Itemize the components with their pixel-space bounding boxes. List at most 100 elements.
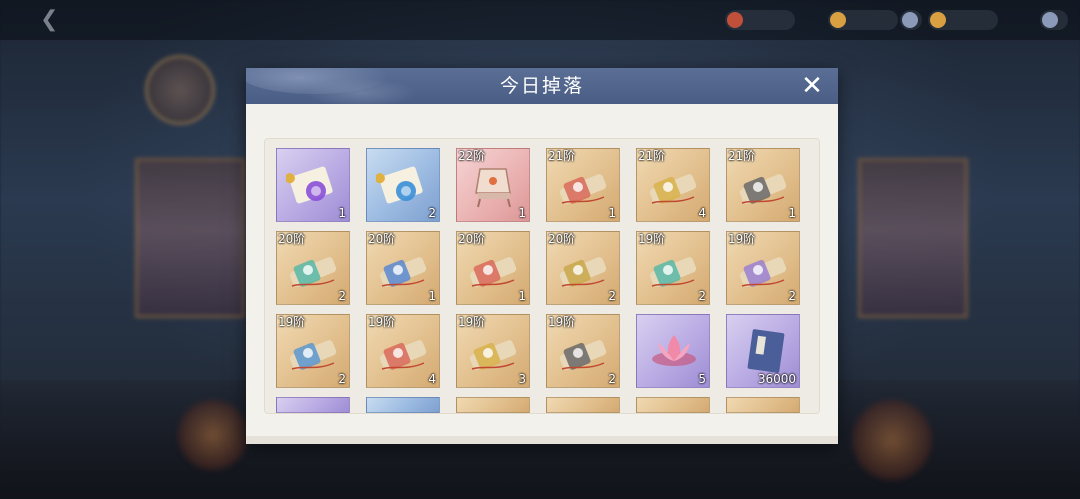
item-tier: 20阶 xyxy=(458,232,486,246)
book-icon xyxy=(736,329,792,375)
item-tier: 20阶 xyxy=(548,232,576,246)
item-tier: 21阶 xyxy=(638,149,666,163)
bundle-icon xyxy=(556,329,612,375)
character-portrait xyxy=(858,158,968,318)
resource-counter xyxy=(725,10,795,30)
item-quantity: 1 xyxy=(788,206,796,220)
item-quantity: 2 xyxy=(608,289,616,303)
item-slot[interactable]: 36000 xyxy=(726,314,800,388)
dialog-footer xyxy=(246,436,838,444)
item-slot[interactable] xyxy=(366,397,440,413)
resource-counter xyxy=(1040,10,1068,30)
item-quantity: 2 xyxy=(338,289,346,303)
scroll-icon xyxy=(286,412,342,413)
dialog-title: 今日掉落 xyxy=(499,75,584,97)
item-slot[interactable]: 19阶 2 xyxy=(276,314,350,388)
purple-scroll-icon xyxy=(284,163,342,209)
item-slot[interactable]: 22阶 1 xyxy=(456,148,530,222)
screen-title xyxy=(80,9,170,29)
item-quantity: 5 xyxy=(698,372,706,386)
coin-icon xyxy=(830,12,846,28)
bundle-icon xyxy=(736,412,792,413)
item-tier: 21阶 xyxy=(548,149,576,163)
bundle-icon xyxy=(466,329,522,375)
item-quantity: 1 xyxy=(608,206,616,220)
lotus-icon xyxy=(646,329,702,375)
top-bar: ❮ xyxy=(0,0,1080,40)
item-slot[interactable]: 20阶 2 xyxy=(546,231,620,305)
bundle-icon xyxy=(646,246,702,292)
item-tier: 19阶 xyxy=(728,232,756,246)
item-tier: 19阶 xyxy=(458,315,486,329)
character-portrait xyxy=(135,158,245,318)
item-tier: 19阶 xyxy=(368,315,396,329)
item-tier: 19阶 xyxy=(548,315,576,329)
item-quantity: 36000 xyxy=(757,372,796,386)
heart-icon xyxy=(727,12,743,28)
item-slot[interactable]: 19阶 3 xyxy=(456,314,530,388)
item-slot[interactable]: 2 xyxy=(366,148,440,222)
resource-counter xyxy=(900,10,922,30)
item-slot[interactable]: 19阶 4 xyxy=(366,314,440,388)
bundle-icon xyxy=(286,246,342,292)
resource-counter xyxy=(928,10,998,30)
item-slot[interactable]: 19阶 2 xyxy=(636,231,710,305)
item-quantity: 1 xyxy=(518,206,526,220)
item-slot[interactable] xyxy=(546,397,620,413)
item-slot[interactable]: 21阶 1 xyxy=(546,148,620,222)
item-quantity: 1 xyxy=(518,289,526,303)
item-quantity: 2 xyxy=(338,372,346,386)
bundle-icon xyxy=(736,163,792,209)
item-quantity: 2 xyxy=(428,206,436,220)
item-slot[interactable]: 5 xyxy=(636,314,710,388)
close-button[interactable]: ✕ xyxy=(798,72,826,100)
bundle-icon xyxy=(376,246,432,292)
item-quantity: 3 xyxy=(518,372,526,386)
item-slot[interactable]: 19阶 2 xyxy=(546,314,620,388)
bundle-icon xyxy=(286,329,342,375)
bundle-icon xyxy=(556,163,612,209)
gem-icon xyxy=(902,12,918,28)
bundle-icon xyxy=(736,246,792,292)
emblem-icon xyxy=(178,400,248,470)
bundle-icon xyxy=(646,412,702,413)
item-slot[interactable] xyxy=(276,397,350,413)
chair-icon xyxy=(466,163,522,209)
item-tier: 20阶 xyxy=(278,232,306,246)
back-arrow-icon[interactable]: ❮ xyxy=(40,8,64,32)
item-slot[interactable]: 1 xyxy=(276,148,350,222)
item-quantity: 1 xyxy=(428,289,436,303)
item-quantity: 2 xyxy=(788,289,796,303)
item-slot[interactable] xyxy=(636,397,710,413)
item-slot[interactable]: 20阶 2 xyxy=(276,231,350,305)
item-quantity: 4 xyxy=(428,372,436,386)
item-slot[interactable] xyxy=(456,397,530,413)
resource-counter xyxy=(828,10,898,30)
item-tier: 19阶 xyxy=(638,232,666,246)
avatar xyxy=(145,55,215,125)
item-slot[interactable]: 21阶 1 xyxy=(726,148,800,222)
dialog-header: 今日掉落 ✕ xyxy=(246,68,838,104)
items-grid: 1 2 22阶 1 21阶 1 21阶 4 21阶 1 20阶 2 20阶 1 xyxy=(276,148,800,414)
item-slot[interactable]: 20阶 1 xyxy=(456,231,530,305)
item-slot[interactable] xyxy=(726,397,800,413)
coin-icon xyxy=(930,12,946,28)
item-tier: 19阶 xyxy=(278,315,306,329)
item-slot[interactable]: 20阶 1 xyxy=(366,231,440,305)
item-tier: 21阶 xyxy=(728,149,756,163)
bundle-icon xyxy=(646,163,702,209)
emblem-icon xyxy=(852,400,932,480)
item-tier: 20阶 xyxy=(368,232,396,246)
bundle-icon xyxy=(466,412,522,413)
bundle-icon xyxy=(556,412,612,413)
bundle-icon xyxy=(556,246,612,292)
items-scroll-area[interactable]: 1 2 22阶 1 21阶 1 21阶 4 21阶 1 20阶 2 20阶 1 xyxy=(264,138,820,414)
blue-scroll-icon xyxy=(374,163,432,209)
scroll-icon xyxy=(376,412,432,413)
daily-drops-dialog: 今日掉落 ✕ 1 2 22阶 1 21阶 1 21阶 4 21阶 1 20阶 2… xyxy=(246,68,838,444)
item-quantity: 2 xyxy=(608,372,616,386)
item-slot[interactable]: 19阶 2 xyxy=(726,231,800,305)
item-slot[interactable]: 21阶 4 xyxy=(636,148,710,222)
item-quantity: 1 xyxy=(338,206,346,220)
item-tier: 22阶 xyxy=(458,149,486,163)
